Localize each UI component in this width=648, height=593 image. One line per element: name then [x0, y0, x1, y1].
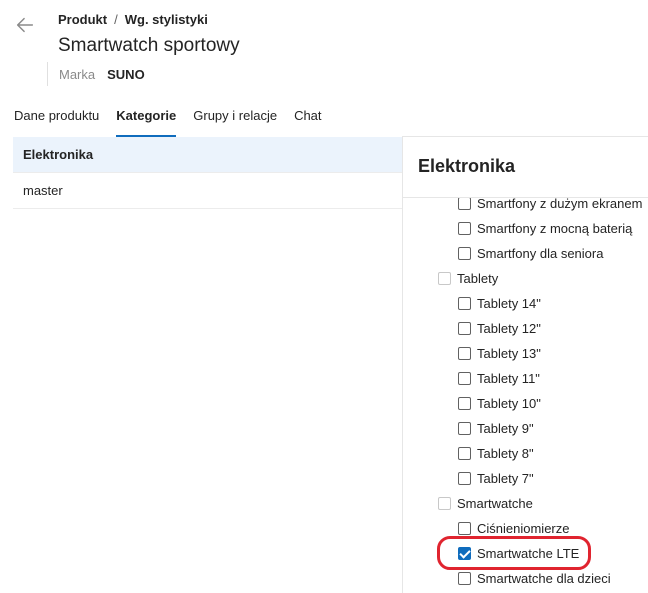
- checkbox-icon[interactable]: [458, 371, 471, 385]
- checkbox-icon[interactable]: [458, 421, 471, 435]
- tree-leaf-item[interactable]: Tablety 14": [458, 293, 541, 313]
- tree-leaf-item[interactable]: Ciśnieniomierze: [458, 518, 569, 538]
- category-list-item-label: master: [23, 183, 63, 198]
- tree-leaf-item[interactable]: Smartfony dla seniora: [458, 243, 603, 263]
- tree-leaf-item[interactable]: Tablety 13": [458, 343, 541, 363]
- checkbox-icon[interactable]: [458, 198, 471, 210]
- tree-item-label: Tablety 8": [477, 445, 534, 461]
- tree-item-label: Tablety 10": [477, 395, 541, 411]
- arrow-left-icon: [16, 17, 34, 33]
- tree-leaf-item[interactable]: Smartfony z dużym ekranem: [458, 198, 642, 213]
- breadcrumb-separator: /: [114, 12, 118, 27]
- checkbox-icon[interactable]: [458, 246, 471, 260]
- tree-leaf-item[interactable]: Tablety 12": [458, 318, 541, 338]
- category-list: Elektronika master: [13, 137, 402, 209]
- tree-item-label: Tablety 14": [477, 295, 541, 311]
- tree-item-label: Smartwatche LTE: [477, 545, 580, 561]
- tree-leaf-item[interactable]: Smartwatche dla dzieci: [458, 568, 611, 588]
- checkbox-icon[interactable]: [458, 346, 471, 360]
- page-title: Smartwatch sportowy: [58, 35, 240, 56]
- category-list-item[interactable]: Elektronika: [13, 137, 402, 173]
- tree-leaf-item[interactable]: Tablety 10": [458, 393, 541, 413]
- checkbox-icon[interactable]: [458, 321, 471, 335]
- tree-item-label: Tablety 12": [477, 320, 541, 336]
- checkbox-icon[interactable]: [458, 471, 471, 485]
- checkbox-icon[interactable]: [458, 446, 471, 460]
- tab-bar: Dane produktu Kategorie Grupy i relacje Cha…: [0, 108, 325, 137]
- tree-item-label: Tablety 11": [477, 370, 540, 386]
- tree-leaf-item[interactable]: Smartfony z mocną baterią: [458, 218, 632, 238]
- tree-item-label: Tablety: [457, 270, 499, 286]
- checkbox-icon[interactable]: [458, 221, 471, 235]
- tree-item-label: Smartwatche dla dzieci: [477, 570, 611, 586]
- checkbox-checked-icon[interactable]: [458, 546, 471, 560]
- checkbox-icon[interactable]: [438, 496, 451, 510]
- checkbox-icon[interactable]: [458, 296, 471, 310]
- tree-leaf-item[interactable]: Tablety 7": [458, 468, 534, 488]
- checkbox-icon[interactable]: [458, 521, 471, 535]
- category-panel-title: Elektronika: [418, 156, 516, 176]
- category-list-item-label: Elektronika: [23, 147, 94, 162]
- tree-item-label: Tablety 13": [477, 345, 541, 361]
- tab-chat[interactable]: Chat: [294, 108, 321, 136]
- brand-label: Marka: [59, 66, 96, 82]
- tree-leaf-item[interactable]: Tablety 8": [458, 443, 534, 463]
- brand-value: SUNO: [107, 66, 145, 82]
- tree-item-label: Tablety 9": [477, 420, 534, 436]
- checkbox-icon[interactable]: [458, 571, 471, 585]
- tabs-divider: [402, 136, 648, 137]
- breadcrumb: Produkt / Wg. stylistyki: [58, 12, 208, 27]
- checkbox-icon[interactable]: [458, 396, 471, 410]
- tree-item-label: Smartfony dla seniora: [477, 245, 604, 261]
- tree-leaf-item[interactable]: Smartwatche LTE: [458, 543, 579, 563]
- tree-item-label: Smartwatche: [457, 495, 533, 511]
- tab-grupy-i-relacje[interactable]: Grupy i relacje: [193, 108, 277, 136]
- tab-kategorie[interactable]: Kategorie: [116, 108, 176, 137]
- tree-item-label: Smartfony z dużym ekranem: [477, 198, 643, 211]
- tab-dane-produktu[interactable]: Dane produktu: [14, 108, 99, 136]
- category-tree[interactable]: Smartfony z dużym ekranem Smartfony z moc…: [403, 198, 648, 593]
- tree-item-label: Ciśnieniomierze: [477, 520, 570, 536]
- tree-item-label: Tablety 7": [477, 470, 534, 486]
- tree-group-item[interactable]: Tablety: [438, 268, 498, 288]
- tree-item-label: Smartfony z mocną baterią: [477, 220, 633, 236]
- back-button[interactable]: [14, 14, 38, 38]
- breadcrumb-root[interactable]: Produkt: [58, 12, 107, 27]
- checkbox-icon[interactable]: [438, 271, 451, 285]
- tree-leaf-item[interactable]: Tablety 9": [458, 418, 534, 438]
- tree-group-item[interactable]: Smartwatche: [438, 493, 533, 513]
- brand-row: Marka SUNO: [47, 62, 145, 86]
- tree-leaf-item[interactable]: Tablety 11": [458, 368, 540, 388]
- category-list-item[interactable]: master: [13, 173, 402, 209]
- breadcrumb-current[interactable]: Wg. stylistyki: [125, 12, 208, 27]
